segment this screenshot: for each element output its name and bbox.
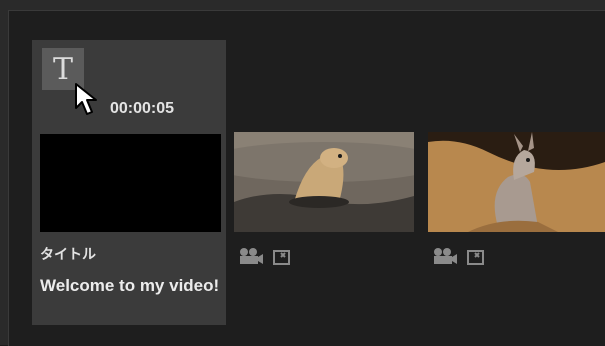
- photo-frame-icon: [273, 250, 290, 265]
- panel-top-border: [0, 0, 605, 10]
- photo-frame-icon: [467, 250, 484, 265]
- title-clip-thumbnail[interactable]: [40, 134, 221, 232]
- video-clip-icons-2: [432, 247, 486, 267]
- video-clip-thumbnail-1[interactable]: [234, 132, 414, 232]
- clip-duration: 00:00:05: [110, 100, 175, 117]
- movie-camera-icon: [434, 248, 457, 264]
- title-clip-text: Welcome to my video!: [40, 276, 220, 295]
- panel-left-border: [0, 10, 8, 345]
- video-clip-icons-1: [238, 247, 292, 267]
- movie-camera-icon: [240, 248, 263, 264]
- video-clip-thumbnail-2[interactable]: [428, 132, 605, 232]
- clip-type-label: タイトル: [40, 247, 96, 263]
- mouse-cursor-icon: [75, 83, 97, 115]
